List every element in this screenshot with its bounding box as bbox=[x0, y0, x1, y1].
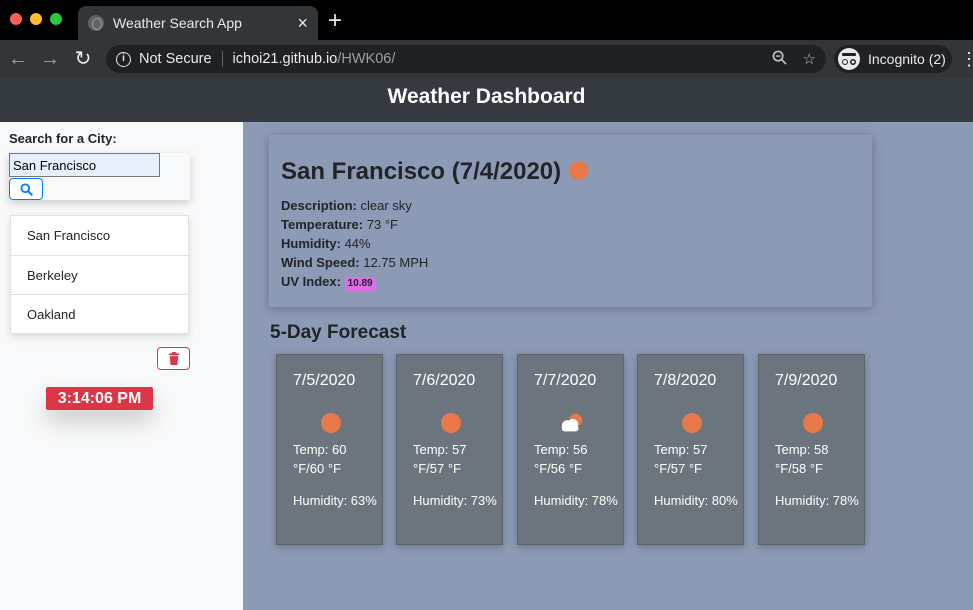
bookmark-star-icon[interactable]: ☆ bbox=[803, 50, 816, 68]
main-content: San Francisco (7/4/2020) Description: cl… bbox=[243, 122, 973, 610]
temperature-row: Temperature: 73 °F bbox=[281, 217, 398, 232]
forecast-temp: Temp: 56 °F/56 °F bbox=[534, 442, 588, 476]
humidity-row: Humidity: 44% bbox=[281, 236, 371, 251]
browser-toolbar: ← → ↻ i Not Secure ichoi21.github.io/HWK… bbox=[0, 40, 973, 78]
reload-icon[interactable]: ↻ bbox=[71, 47, 95, 71]
forecast-card: 7/5/2020 Temp: 60 °F/60 °F Humidity: 63% bbox=[276, 354, 383, 545]
clear-sky-icon bbox=[682, 413, 702, 433]
temperature-value: 73 °F bbox=[366, 217, 398, 232]
clear-sky-icon bbox=[441, 413, 461, 433]
city-item-berkeley[interactable]: Berkeley bbox=[11, 255, 188, 294]
uv-index-row: UV Index: 10.89 bbox=[281, 272, 428, 291]
current-city-heading: San Francisco (7/4/2020) bbox=[281, 158, 562, 185]
clear-history-button[interactable] bbox=[157, 347, 190, 370]
forecast-card: 7/7/2020 Temp: 56 °F/56 °F Humidity: 78% bbox=[517, 354, 624, 545]
forecast-humidity: Humidity: 63% bbox=[293, 493, 377, 508]
url-host: ichoi21.github.io bbox=[232, 51, 338, 67]
security-label: Not Secure bbox=[139, 51, 212, 67]
globe-icon bbox=[88, 15, 104, 31]
search-history-list: San Francisco Berkeley Oakland bbox=[10, 215, 189, 334]
close-window-button[interactable] bbox=[10, 13, 22, 25]
forecast-humidity: Humidity: 78% bbox=[534, 493, 618, 508]
incognito-label: Incognito (2) bbox=[868, 51, 946, 67]
page-header: Weather Dashboard bbox=[0, 78, 973, 122]
search-label: Search for a City: bbox=[9, 131, 117, 146]
forecast-temp: Temp: 57 °F/57 °F bbox=[654, 442, 708, 476]
sidebar: Search for a City: San Francisco Berkele… bbox=[0, 122, 243, 610]
more-menu-icon[interactable]: ⋮ bbox=[960, 50, 973, 68]
info-icon[interactable]: i bbox=[116, 51, 131, 67]
description-row: Description: clear sky bbox=[281, 198, 412, 213]
current-weather-details: Description: clear sky Temperature: 73 °… bbox=[281, 196, 428, 291]
back-arrow-icon[interactable]: ← bbox=[6, 47, 30, 71]
search-icon bbox=[19, 182, 33, 196]
forecast-temp: Temp: 60 °F/60 °F bbox=[293, 442, 347, 476]
browser-tab[interactable]: Weather Search App × bbox=[78, 6, 318, 40]
current-time-badge: 3:14:06 PM bbox=[46, 387, 153, 410]
city-search-input[interactable] bbox=[9, 153, 160, 177]
forecast-date: 7/7/2020 bbox=[534, 372, 597, 389]
forecast-temp: Temp: 58 °F/58 °F bbox=[775, 442, 829, 476]
zoom-icon[interactable] bbox=[772, 50, 787, 69]
forecast-card: 7/6/2020 Temp: 57 °F/57 °F Humidity: 73% bbox=[396, 354, 503, 545]
forecast-card: 7/9/2020 Temp: 58 °F/58 °F Humidity: 78% bbox=[758, 354, 865, 545]
clear-sky-icon bbox=[803, 413, 823, 433]
clear-sky-icon bbox=[569, 161, 589, 181]
current-weather-card: San Francisco (7/4/2020) Description: cl… bbox=[269, 135, 872, 307]
forecast-date: 7/6/2020 bbox=[413, 372, 476, 389]
humidity-value: 44% bbox=[344, 236, 371, 251]
uv-index-badge: 10.89 bbox=[344, 277, 376, 291]
address-separator bbox=[221, 51, 223, 67]
forecast-date: 7/9/2020 bbox=[775, 372, 838, 389]
url-path: /HWK06/ bbox=[337, 51, 396, 67]
incognito-profile-button[interactable]: Incognito (2) bbox=[834, 45, 952, 73]
trash-icon bbox=[168, 352, 179, 365]
city-item-san-francisco[interactable]: San Francisco bbox=[11, 216, 188, 255]
maximize-window-button[interactable] bbox=[50, 13, 62, 25]
forecast-card: 7/8/2020 Temp: 57 °F/57 °F Humidity: 80% bbox=[637, 354, 744, 545]
minimize-window-button[interactable] bbox=[30, 13, 42, 25]
forecast-temp: Temp: 57 °F/57 °F bbox=[413, 442, 467, 476]
tab-close-icon[interactable]: × bbox=[297, 14, 308, 32]
address-bar[interactable]: i Not Secure ichoi21.github.io/HWK06/ ☆ bbox=[106, 45, 826, 73]
current-city-title: San Francisco (7/4/2020) bbox=[281, 158, 589, 186]
tab-title: Weather Search App bbox=[113, 15, 242, 31]
new-tab-button[interactable]: + bbox=[328, 9, 342, 33]
city-item-oakland[interactable]: Oakland bbox=[11, 294, 188, 333]
forecast-date: 7/8/2020 bbox=[654, 372, 717, 389]
search-button[interactable] bbox=[9, 178, 43, 200]
browser-tabstrip: Weather Search App × + bbox=[0, 0, 973, 40]
page-title: Weather Dashboard bbox=[387, 85, 586, 108]
forecast-date: 7/5/2020 bbox=[293, 372, 356, 389]
forecast-humidity: Humidity: 78% bbox=[775, 493, 859, 508]
wind-speed-row: Wind Speed: 12.75 MPH bbox=[281, 255, 429, 270]
wind-speed-value: 12.75 MPH bbox=[363, 255, 429, 270]
forecast-heading: 5-Day Forecast bbox=[270, 322, 407, 343]
few-clouds-icon bbox=[561, 413, 583, 432]
forward-arrow-icon[interactable]: → bbox=[38, 47, 62, 71]
description-value: clear sky bbox=[360, 198, 412, 213]
forecast-humidity: Humidity: 73% bbox=[413, 493, 497, 508]
search-box bbox=[9, 153, 190, 200]
forecast-humidity: Humidity: 80% bbox=[654, 493, 738, 508]
incognito-icon bbox=[838, 48, 860, 70]
clear-sky-icon bbox=[321, 413, 341, 433]
